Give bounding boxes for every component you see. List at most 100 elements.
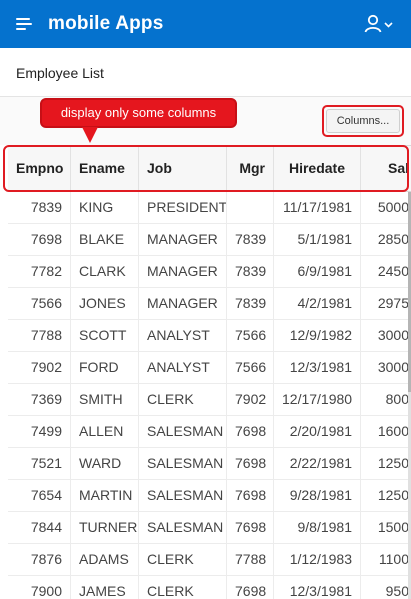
- cell-sal: 3000: [361, 320, 411, 351]
- columns-button-highlight: Columns...: [322, 105, 404, 137]
- cell-job: CLERK: [139, 544, 227, 575]
- table-row[interactable]: 7900 JAMES CLERK 7698 12/3/1981 950: [8, 576, 411, 599]
- cell-hiredate: 12/9/1982: [274, 320, 361, 351]
- cell-ename: JONES: [71, 288, 139, 319]
- cell-sal: 2975: [361, 288, 411, 319]
- cell-job: ANALYST: [139, 320, 227, 351]
- cell-ename: ADAMS: [71, 544, 139, 575]
- cell-hiredate: 11/17/1981: [274, 192, 361, 223]
- cell-mgr: 7698: [227, 448, 274, 479]
- cell-empno: 7844: [8, 512, 71, 543]
- cell-hiredate: 4/2/1981: [274, 288, 361, 319]
- cell-ename: KING: [71, 192, 139, 223]
- app-header: mobile Apps: [0, 0, 411, 48]
- cell-empno: 7876: [8, 544, 71, 575]
- user-menu-button[interactable]: [362, 12, 396, 36]
- table-row[interactable]: 7521 WARD SALESMAN 7698 2/22/1981 1250: [8, 448, 411, 480]
- region-title: Employee List: [16, 65, 104, 81]
- column-header-mgr[interactable]: Mgr: [227, 146, 274, 191]
- table-row[interactable]: 7698 BLAKE MANAGER 7839 5/1/1981 2850: [8, 224, 411, 256]
- cell-job: SALESMAN: [139, 416, 227, 447]
- cell-hiredate: 9/8/1981: [274, 512, 361, 543]
- table-row[interactable]: 7654 MARTIN SALESMAN 7698 9/28/1981 1250: [8, 480, 411, 512]
- cell-job: ANALYST: [139, 352, 227, 383]
- cell-empno: 7369: [8, 384, 71, 415]
- hamburger-menu-icon[interactable]: [12, 12, 38, 36]
- cell-empno: 7521: [8, 448, 71, 479]
- cell-hiredate: 1/12/1983: [274, 544, 361, 575]
- cell-sal: 1250: [361, 448, 411, 479]
- annotation-callout: display only some columns: [40, 98, 237, 128]
- cell-ename: TURNER: [71, 512, 139, 543]
- app-title: mobile Apps: [48, 13, 164, 34]
- cell-sal: 1100: [361, 544, 411, 575]
- cell-empno: 7499: [8, 416, 71, 447]
- cell-ename: SCOTT: [71, 320, 139, 351]
- cell-hiredate: 2/20/1981: [274, 416, 361, 447]
- cell-sal: 1500: [361, 512, 411, 543]
- cell-empno: 7698: [8, 224, 71, 255]
- cell-mgr: 7698: [227, 576, 274, 599]
- cell-mgr: 7788: [227, 544, 274, 575]
- cell-ename: WARD: [71, 448, 139, 479]
- employee-grid: Empno Ename Job Mgr Hiredate Sal 7839 KING PRES…: [8, 145, 411, 599]
- column-header-ename[interactable]: Ename: [71, 146, 139, 191]
- cell-job: SALESMAN: [139, 448, 227, 479]
- cell-mgr: 7698: [227, 512, 274, 543]
- cell-ename: SMITH: [71, 384, 139, 415]
- column-header-sal[interactable]: Sal: [361, 146, 411, 191]
- cell-sal: 1600: [361, 416, 411, 447]
- cell-empno: 7788: [8, 320, 71, 351]
- cell-mgr: [227, 192, 274, 223]
- table-row[interactable]: 7788 SCOTT ANALYST 7566 12/9/1982 3000: [8, 320, 411, 352]
- cell-mgr: 7839: [227, 288, 274, 319]
- columns-button[interactable]: Columns...: [326, 109, 400, 133]
- cell-ename: BLAKE: [71, 224, 139, 255]
- table-row[interactable]: 7782 CLARK MANAGER 7839 6/9/1981 2450: [8, 256, 411, 288]
- table-row[interactable]: 7839 KING PRESIDENT 11/17/1981 5000: [8, 192, 411, 224]
- cell-job: MANAGER: [139, 288, 227, 319]
- user-icon: [364, 14, 393, 33]
- cell-hiredate: 2/22/1981: [274, 448, 361, 479]
- table-row[interactable]: 7902 FORD ANALYST 7566 12/3/1981 3000: [8, 352, 411, 384]
- cell-job: MANAGER: [139, 224, 227, 255]
- cell-job: CLERK: [139, 384, 227, 415]
- column-header-hiredate[interactable]: Hiredate: [274, 146, 361, 191]
- cell-hiredate: 9/28/1981: [274, 480, 361, 511]
- cell-ename: JAMES: [71, 576, 139, 599]
- cell-job: SALESMAN: [139, 480, 227, 511]
- cell-hiredate: 12/3/1981: [274, 352, 361, 383]
- cell-empno: 7902: [8, 352, 71, 383]
- cell-sal: 1250: [361, 480, 411, 511]
- cell-empno: 7839: [8, 192, 71, 223]
- cell-mgr: 7566: [227, 320, 274, 351]
- cell-empno: 7566: [8, 288, 71, 319]
- cell-mgr: 7566: [227, 352, 274, 383]
- cell-job: MANAGER: [139, 256, 227, 287]
- table-row[interactable]: 7876 ADAMS CLERK 7788 1/12/1983 1100: [8, 544, 411, 576]
- callout-pointer: [82, 127, 98, 143]
- table-row[interactable]: 7499 ALLEN SALESMAN 7698 2/20/1981 1600: [8, 416, 411, 448]
- cell-empno: 7654: [8, 480, 71, 511]
- cell-job: CLERK: [139, 576, 227, 599]
- cell-ename: FORD: [71, 352, 139, 383]
- region-header: Employee List: [0, 48, 411, 97]
- cell-sal: 5000: [361, 192, 411, 223]
- cell-mgr: 7839: [227, 224, 274, 255]
- cell-mgr: 7698: [227, 480, 274, 511]
- cell-hiredate: 5/1/1981: [274, 224, 361, 255]
- cell-hiredate: 6/9/1981: [274, 256, 361, 287]
- cell-ename: CLARK: [71, 256, 139, 287]
- cell-sal: 2450: [361, 256, 411, 287]
- column-header-empno[interactable]: Empno: [8, 146, 71, 191]
- cell-ename: ALLEN: [71, 416, 139, 447]
- column-header-job[interactable]: Job: [139, 146, 227, 191]
- table-row[interactable]: 7844 TURNER SALESMAN 7698 9/8/1981 1500: [8, 512, 411, 544]
- table-row[interactable]: 7566 JONES MANAGER 7839 4/2/1981 2975: [8, 288, 411, 320]
- cell-empno: 7900: [8, 576, 71, 599]
- cell-job: SALESMAN: [139, 512, 227, 543]
- table-row[interactable]: 7369 SMITH CLERK 7902 12/17/1980 800: [8, 384, 411, 416]
- cell-mgr: 7698: [227, 416, 274, 447]
- cell-sal: 3000: [361, 352, 411, 383]
- cell-sal: 2850: [361, 224, 411, 255]
